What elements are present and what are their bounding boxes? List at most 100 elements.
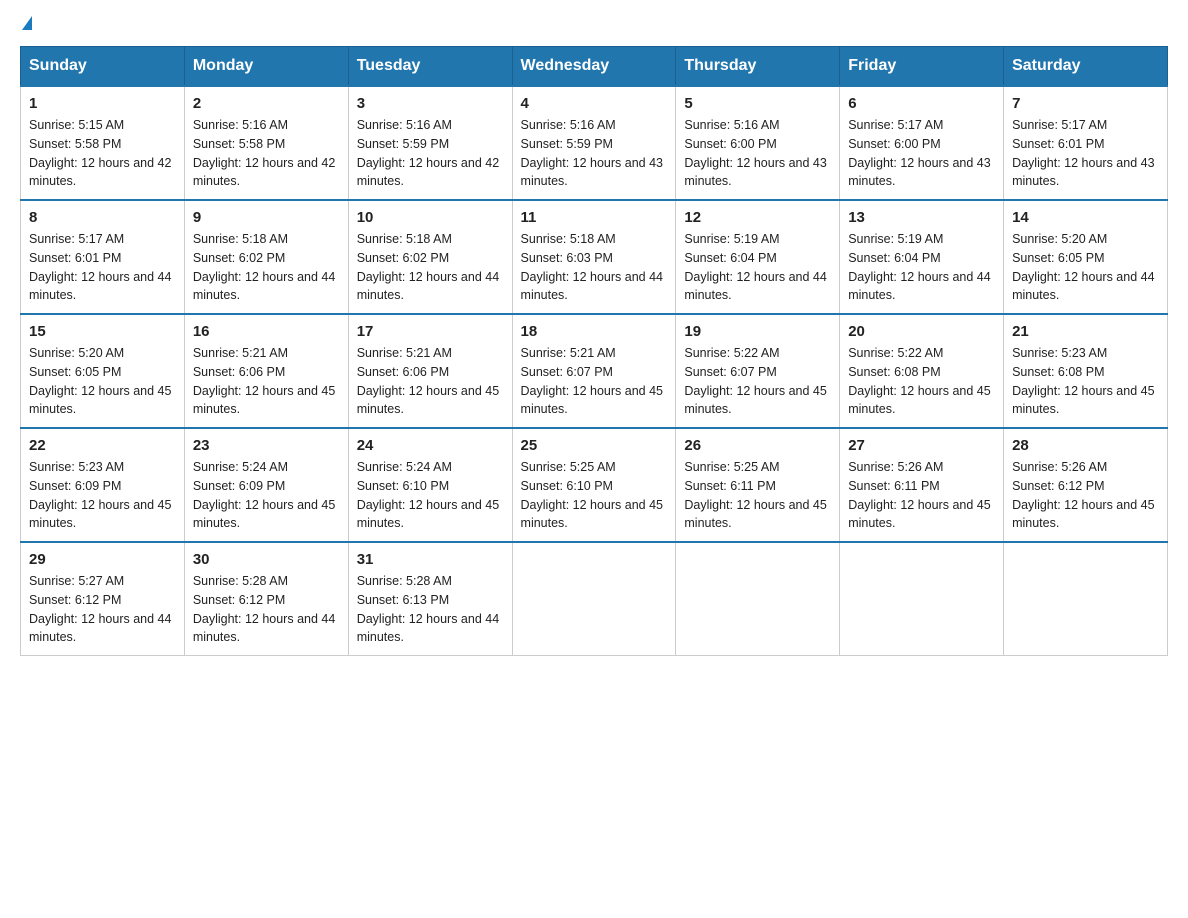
calendar-cell: 23 Sunrise: 5:24 AM Sunset: 6:09 PM Dayl… bbox=[184, 428, 348, 542]
calendar-cell: 12 Sunrise: 5:19 AM Sunset: 6:04 PM Dayl… bbox=[676, 200, 840, 314]
day-number: 8 bbox=[29, 209, 176, 226]
logo bbox=[20, 20, 32, 28]
day-info: Sunrise: 5:18 AM Sunset: 6:03 PM Dayligh… bbox=[521, 230, 668, 305]
calendar-cell: 17 Sunrise: 5:21 AM Sunset: 6:06 PM Dayl… bbox=[348, 314, 512, 428]
day-info: Sunrise: 5:26 AM Sunset: 6:12 PM Dayligh… bbox=[1012, 458, 1159, 533]
day-info: Sunrise: 5:16 AM Sunset: 6:00 PM Dayligh… bbox=[684, 116, 831, 191]
day-info: Sunrise: 5:21 AM Sunset: 6:06 PM Dayligh… bbox=[193, 344, 340, 419]
calendar-week-row: 1 Sunrise: 5:15 AM Sunset: 5:58 PM Dayli… bbox=[21, 86, 1168, 200]
day-info: Sunrise: 5:22 AM Sunset: 6:08 PM Dayligh… bbox=[848, 344, 995, 419]
day-number: 22 bbox=[29, 437, 176, 454]
day-number: 21 bbox=[1012, 323, 1159, 340]
calendar-cell: 13 Sunrise: 5:19 AM Sunset: 6:04 PM Dayl… bbox=[840, 200, 1004, 314]
weekday-header-row: SundayMondayTuesdayWednesdayThursdayFrid… bbox=[21, 47, 1168, 87]
calendar-cell: 25 Sunrise: 5:25 AM Sunset: 6:10 PM Dayl… bbox=[512, 428, 676, 542]
calendar-cell: 22 Sunrise: 5:23 AM Sunset: 6:09 PM Dayl… bbox=[21, 428, 185, 542]
calendar-week-row: 29 Sunrise: 5:27 AM Sunset: 6:12 PM Dayl… bbox=[21, 542, 1168, 656]
calendar-week-row: 22 Sunrise: 5:23 AM Sunset: 6:09 PM Dayl… bbox=[21, 428, 1168, 542]
calendar-cell: 30 Sunrise: 5:28 AM Sunset: 6:12 PM Dayl… bbox=[184, 542, 348, 656]
calendar-cell: 9 Sunrise: 5:18 AM Sunset: 6:02 PM Dayli… bbox=[184, 200, 348, 314]
day-info: Sunrise: 5:15 AM Sunset: 5:58 PM Dayligh… bbox=[29, 116, 176, 191]
day-number: 11 bbox=[521, 209, 668, 226]
calendar-cell: 26 Sunrise: 5:25 AM Sunset: 6:11 PM Dayl… bbox=[676, 428, 840, 542]
day-number: 9 bbox=[193, 209, 340, 226]
day-info: Sunrise: 5:20 AM Sunset: 6:05 PM Dayligh… bbox=[29, 344, 176, 419]
calendar-cell bbox=[1004, 542, 1168, 656]
calendar-cell: 24 Sunrise: 5:24 AM Sunset: 6:10 PM Dayl… bbox=[348, 428, 512, 542]
day-info: Sunrise: 5:23 AM Sunset: 6:08 PM Dayligh… bbox=[1012, 344, 1159, 419]
day-number: 14 bbox=[1012, 209, 1159, 226]
calendar-week-row: 8 Sunrise: 5:17 AM Sunset: 6:01 PM Dayli… bbox=[21, 200, 1168, 314]
calendar-cell: 14 Sunrise: 5:20 AM Sunset: 6:05 PM Dayl… bbox=[1004, 200, 1168, 314]
calendar-cell: 8 Sunrise: 5:17 AM Sunset: 6:01 PM Dayli… bbox=[21, 200, 185, 314]
calendar-cell: 21 Sunrise: 5:23 AM Sunset: 6:08 PM Dayl… bbox=[1004, 314, 1168, 428]
calendar-cell: 4 Sunrise: 5:16 AM Sunset: 5:59 PM Dayli… bbox=[512, 86, 676, 200]
day-number: 4 bbox=[521, 95, 668, 112]
calendar-table: SundayMondayTuesdayWednesdayThursdayFrid… bbox=[20, 46, 1168, 656]
day-number: 7 bbox=[1012, 95, 1159, 112]
day-number: 26 bbox=[684, 437, 831, 454]
day-info: Sunrise: 5:22 AM Sunset: 6:07 PM Dayligh… bbox=[684, 344, 831, 419]
day-number: 18 bbox=[521, 323, 668, 340]
day-number: 5 bbox=[684, 95, 831, 112]
calendar-cell: 28 Sunrise: 5:26 AM Sunset: 6:12 PM Dayl… bbox=[1004, 428, 1168, 542]
day-number: 20 bbox=[848, 323, 995, 340]
calendar-cell: 1 Sunrise: 5:15 AM Sunset: 5:58 PM Dayli… bbox=[21, 86, 185, 200]
day-info: Sunrise: 5:28 AM Sunset: 6:13 PM Dayligh… bbox=[357, 572, 504, 647]
day-info: Sunrise: 5:23 AM Sunset: 6:09 PM Dayligh… bbox=[29, 458, 176, 533]
day-info: Sunrise: 5:21 AM Sunset: 6:06 PM Dayligh… bbox=[357, 344, 504, 419]
day-number: 25 bbox=[521, 437, 668, 454]
day-info: Sunrise: 5:25 AM Sunset: 6:11 PM Dayligh… bbox=[684, 458, 831, 533]
calendar-cell: 29 Sunrise: 5:27 AM Sunset: 6:12 PM Dayl… bbox=[21, 542, 185, 656]
weekday-header-thursday: Thursday bbox=[676, 47, 840, 87]
day-info: Sunrise: 5:19 AM Sunset: 6:04 PM Dayligh… bbox=[848, 230, 995, 305]
day-info: Sunrise: 5:16 AM Sunset: 5:58 PM Dayligh… bbox=[193, 116, 340, 191]
day-info: Sunrise: 5:24 AM Sunset: 6:10 PM Dayligh… bbox=[357, 458, 504, 533]
day-info: Sunrise: 5:28 AM Sunset: 6:12 PM Dayligh… bbox=[193, 572, 340, 647]
weekday-header-wednesday: Wednesday bbox=[512, 47, 676, 87]
day-info: Sunrise: 5:17 AM Sunset: 6:01 PM Dayligh… bbox=[1012, 116, 1159, 191]
day-info: Sunrise: 5:17 AM Sunset: 6:00 PM Dayligh… bbox=[848, 116, 995, 191]
day-number: 1 bbox=[29, 95, 176, 112]
day-number: 29 bbox=[29, 551, 176, 568]
calendar-cell: 2 Sunrise: 5:16 AM Sunset: 5:58 PM Dayli… bbox=[184, 86, 348, 200]
day-info: Sunrise: 5:16 AM Sunset: 5:59 PM Dayligh… bbox=[521, 116, 668, 191]
day-number: 2 bbox=[193, 95, 340, 112]
day-number: 17 bbox=[357, 323, 504, 340]
day-info: Sunrise: 5:20 AM Sunset: 6:05 PM Dayligh… bbox=[1012, 230, 1159, 305]
logo-triangle-icon bbox=[22, 16, 32, 30]
day-info: Sunrise: 5:27 AM Sunset: 6:12 PM Dayligh… bbox=[29, 572, 176, 647]
day-number: 28 bbox=[1012, 437, 1159, 454]
calendar-cell: 5 Sunrise: 5:16 AM Sunset: 6:00 PM Dayli… bbox=[676, 86, 840, 200]
day-number: 30 bbox=[193, 551, 340, 568]
day-info: Sunrise: 5:19 AM Sunset: 6:04 PM Dayligh… bbox=[684, 230, 831, 305]
calendar-cell: 11 Sunrise: 5:18 AM Sunset: 6:03 PM Dayl… bbox=[512, 200, 676, 314]
calendar-cell: 18 Sunrise: 5:21 AM Sunset: 6:07 PM Dayl… bbox=[512, 314, 676, 428]
weekday-header-friday: Friday bbox=[840, 47, 1004, 87]
day-number: 10 bbox=[357, 209, 504, 226]
day-info: Sunrise: 5:17 AM Sunset: 6:01 PM Dayligh… bbox=[29, 230, 176, 305]
calendar-cell bbox=[840, 542, 1004, 656]
weekday-header-tuesday: Tuesday bbox=[348, 47, 512, 87]
calendar-cell: 10 Sunrise: 5:18 AM Sunset: 6:02 PM Dayl… bbox=[348, 200, 512, 314]
calendar-cell: 6 Sunrise: 5:17 AM Sunset: 6:00 PM Dayli… bbox=[840, 86, 1004, 200]
day-info: Sunrise: 5:21 AM Sunset: 6:07 PM Dayligh… bbox=[521, 344, 668, 419]
calendar-week-row: 15 Sunrise: 5:20 AM Sunset: 6:05 PM Dayl… bbox=[21, 314, 1168, 428]
day-number: 12 bbox=[684, 209, 831, 226]
day-info: Sunrise: 5:26 AM Sunset: 6:11 PM Dayligh… bbox=[848, 458, 995, 533]
day-number: 31 bbox=[357, 551, 504, 568]
day-info: Sunrise: 5:24 AM Sunset: 6:09 PM Dayligh… bbox=[193, 458, 340, 533]
day-info: Sunrise: 5:25 AM Sunset: 6:10 PM Dayligh… bbox=[521, 458, 668, 533]
calendar-cell bbox=[512, 542, 676, 656]
day-number: 24 bbox=[357, 437, 504, 454]
day-number: 23 bbox=[193, 437, 340, 454]
weekday-header-monday: Monday bbox=[184, 47, 348, 87]
day-number: 13 bbox=[848, 209, 995, 226]
calendar-cell: 16 Sunrise: 5:21 AM Sunset: 6:06 PM Dayl… bbox=[184, 314, 348, 428]
day-info: Sunrise: 5:18 AM Sunset: 6:02 PM Dayligh… bbox=[357, 230, 504, 305]
calendar-cell bbox=[676, 542, 840, 656]
calendar-cell: 3 Sunrise: 5:16 AM Sunset: 5:59 PM Dayli… bbox=[348, 86, 512, 200]
day-number: 27 bbox=[848, 437, 995, 454]
calendar-cell: 20 Sunrise: 5:22 AM Sunset: 6:08 PM Dayl… bbox=[840, 314, 1004, 428]
day-number: 15 bbox=[29, 323, 176, 340]
